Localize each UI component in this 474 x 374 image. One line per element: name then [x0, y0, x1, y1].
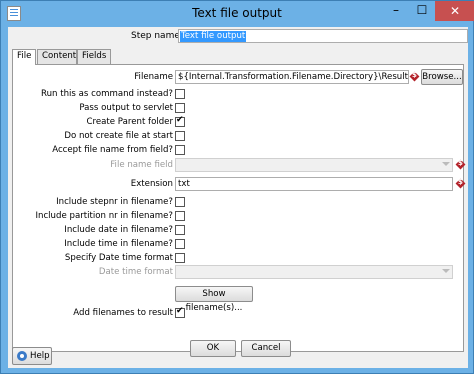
- file-name-field-combo[interactable]: [175, 158, 453, 172]
- minimize-button[interactable]: –: [383, 1, 409, 21]
- create-parent-folder-label: Create Parent folder: [86, 117, 173, 127]
- variable-icon: [410, 71, 420, 82]
- no-create-at-start-label: Do not create file at start: [64, 131, 173, 141]
- extension-label: Extension: [130, 179, 173, 189]
- include-time-label: Include time in filename?: [64, 239, 173, 249]
- date-time-format-combo[interactable]: [175, 265, 453, 279]
- pass-to-servlet-label: Pass output to servlet: [79, 103, 173, 113]
- include-date-checkbox[interactable]: [175, 225, 185, 235]
- accept-from-field-checkbox[interactable]: [175, 145, 185, 155]
- add-to-result-checkbox[interactable]: [175, 306, 185, 318]
- pass-to-servlet-checkbox[interactable]: [175, 103, 185, 113]
- chevron-down-icon: [442, 162, 450, 166]
- include-partition-label: Include partition nr in filename?: [35, 211, 173, 221]
- include-date-label: Include date in filename?: [64, 225, 173, 235]
- extension-input[interactable]: txt: [175, 177, 453, 191]
- filename-label: Filename: [134, 72, 173, 82]
- dialog-body: Step name Text file output File Content …: [8, 27, 468, 368]
- title-bar[interactable]: Text file output – ☐ ✕: [1, 1, 474, 27]
- run-as-command-checkbox[interactable]: [175, 89, 185, 99]
- no-create-at-start-checkbox[interactable]: [175, 131, 185, 141]
- specify-date-format-checkbox[interactable]: [175, 253, 185, 263]
- include-time-checkbox[interactable]: [175, 239, 185, 249]
- tab-file[interactable]: File: [12, 49, 36, 65]
- chevron-down-icon: [442, 269, 450, 273]
- include-stepnr-label: Include stepnr in filename?: [56, 197, 173, 207]
- show-filenames-button[interactable]: Show filename(s)...: [175, 286, 253, 313]
- dialog-window: Text file output – ☐ ✕ Step name Text fi…: [0, 0, 474, 374]
- create-parent-folder-checkbox[interactable]: [175, 115, 185, 127]
- cancel-button[interactable]: Cancel: [241, 340, 291, 357]
- maximize-button[interactable]: ☐: [409, 1, 435, 21]
- help-icon: [17, 351, 27, 361]
- file-name-field-label: File name field: [110, 160, 173, 170]
- step-name-value: Text file output: [180, 31, 247, 42]
- tab-content[interactable]: Content: [37, 49, 77, 64]
- accept-from-field-label: Accept file name from field?: [52, 145, 173, 155]
- ok-button[interactable]: OK: [190, 340, 236, 357]
- specify-date-format-label: Specify Date time format: [64, 253, 173, 263]
- filename-input[interactable]: ${Internal.Transformation.Filename.Direc…: [175, 70, 409, 84]
- include-partition-checkbox[interactable]: [175, 211, 185, 221]
- include-stepnr-checkbox[interactable]: [175, 197, 185, 207]
- help-button[interactable]: Help: [12, 347, 52, 365]
- close-button[interactable]: ✕: [435, 1, 474, 21]
- variable-icon: [456, 159, 466, 170]
- variable-icon: [456, 178, 466, 189]
- date-time-format-label: Date time format: [98, 267, 173, 277]
- step-name-input[interactable]: Text file output: [178, 29, 468, 43]
- browse-button[interactable]: Browse...: [421, 69, 463, 85]
- run-as-command-label: Run this as command instead?: [41, 89, 173, 99]
- tab-fields[interactable]: Fields: [77, 49, 111, 64]
- add-to-result-label: Add filenames to result: [73, 308, 173, 318]
- step-name-label: Step name: [131, 31, 180, 41]
- help-label: Help: [30, 351, 50, 361]
- file-tab-panel: Filename ${Internal.Transformation.Filen…: [12, 64, 464, 352]
